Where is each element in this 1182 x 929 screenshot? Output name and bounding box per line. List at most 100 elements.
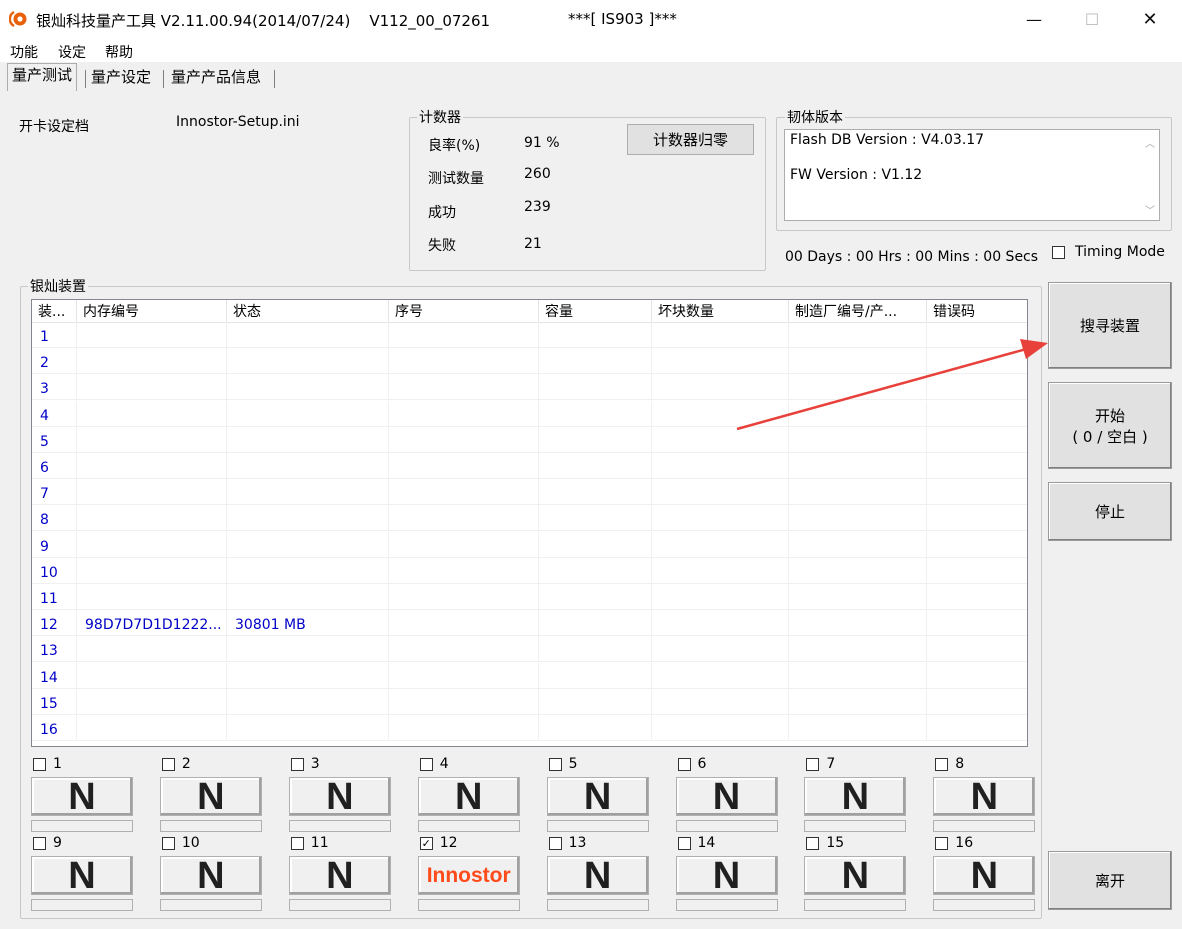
port-4-status-button[interactable]: N (417, 777, 520, 816)
port-6-checkbox[interactable] (677, 758, 691, 771)
port-11-status-button[interactable]: N (288, 854, 391, 897)
column-header[interactable]: 状态 (227, 300, 389, 322)
column-header[interactable]: 坏块数量 (652, 300, 789, 322)
column-header[interactable]: 内存编号 (77, 300, 227, 322)
cell-status (227, 322, 389, 348)
table-row[interactable]: 14 (32, 662, 1027, 689)
cell-bad-blocks (652, 505, 789, 532)
stop-button[interactable]: 停止 (1048, 482, 1172, 541)
tab-production-test[interactable]: 量产测试 (7, 63, 78, 91)
port-15-status-button[interactable]: N (804, 856, 907, 895)
port-10-status-button[interactable]: N (159, 856, 262, 895)
table-row[interactable]: 8 (32, 505, 1027, 532)
port-4-checkbox[interactable] (419, 758, 433, 771)
column-header[interactable]: 制造厂编号/产... (789, 300, 927, 322)
search-devices-button[interactable]: 搜寻装置 (1048, 282, 1172, 369)
table-row[interactable]: 1 (32, 322, 1027, 348)
table-row[interactable]: 3 (32, 374, 1027, 401)
scroll-down-icon[interactable]: ﹀ (1141, 202, 1159, 217)
port-6-status-button[interactable]: N (675, 777, 778, 816)
port-7-status-button[interactable]: N (804, 777, 907, 816)
cell-status (227, 662, 389, 689)
cell-port: 4 (32, 400, 77, 427)
port-7-checkbox[interactable] (806, 758, 820, 771)
port-9-status-button[interactable]: N (31, 856, 133, 895)
port-5-progress-bar (546, 820, 649, 832)
table-row[interactable]: 13 (32, 636, 1027, 663)
port-3-checkbox[interactable] (290, 758, 304, 771)
close-button[interactable]: ✕ (1121, 0, 1179, 40)
table-row[interactable]: 16 (32, 715, 1027, 741)
column-header[interactable]: 错误码 (927, 300, 1027, 322)
port-2-checkbox[interactable] (161, 758, 175, 771)
cell-manufacturer (789, 688, 927, 715)
cell-port: 7 (32, 479, 77, 506)
tab-product-info[interactable]: 量产产品信息 (167, 66, 265, 90)
cell-memory-id (77, 426, 227, 453)
table-row[interactable]: 11 (32, 584, 1027, 610)
port-16-status-button[interactable]: N (933, 856, 1036, 895)
port-13-status-button[interactable]: N (546, 856, 649, 895)
table-row[interactable]: 9 (32, 531, 1027, 558)
port-8-status-text: N (970, 775, 999, 818)
port-13-checkbox[interactable] (548, 837, 562, 850)
column-header[interactable]: 装... (32, 300, 77, 322)
cell-memory-id (77, 688, 227, 715)
table-row[interactable]: 6 (32, 453, 1027, 479)
port-13-progress-bar (546, 899, 649, 911)
cell-status (227, 479, 389, 506)
menu-help[interactable]: 帮助 (105, 42, 133, 62)
column-header[interactable]: 容量 (539, 300, 652, 322)
port-10-checkbox[interactable] (161, 837, 175, 850)
timing-mode-checkbox[interactable] (1052, 246, 1065, 259)
port-9-checkbox[interactable] (33, 837, 46, 850)
port-8-checkbox[interactable] (935, 758, 949, 771)
maximize-button[interactable]: ☐ (1063, 0, 1121, 40)
port-6-progress-bar (675, 820, 778, 832)
table-row[interactable]: 12 98D7D7D1D1222... 30801 MB (32, 610, 1027, 637)
start-button[interactable]: 开始 ( 0 / 空白 ) (1048, 382, 1172, 469)
cell-serial (389, 688, 539, 715)
port-1-status-button[interactable]: N (31, 777, 133, 816)
port-14-checkbox[interactable] (677, 837, 691, 850)
cell-manufacturer (789, 662, 927, 689)
port-8-status-button[interactable]: N (933, 775, 1036, 818)
cell-memory-id (77, 584, 227, 610)
table-row[interactable]: 10 (32, 557, 1027, 584)
column-header[interactable]: 序号 (389, 300, 539, 322)
port-12-status-button[interactable]: Innostor (417, 856, 520, 895)
cell-status (227, 453, 389, 479)
menu-settings[interactable]: 设定 (58, 42, 86, 62)
tab-production-settings[interactable]: 量产设定 (87, 66, 155, 90)
port-5-checkbox[interactable] (548, 758, 562, 771)
port-5-status-button[interactable]: N (546, 777, 649, 816)
port-12-checkbox[interactable]: ✓ (419, 837, 433, 850)
table-row[interactable]: 5 (32, 426, 1027, 453)
menu-function[interactable]: 功能 (10, 42, 38, 62)
table-row[interactable]: 15 (32, 688, 1027, 715)
port-1-checkbox[interactable] (33, 758, 46, 771)
table-row[interactable]: 7 (32, 479, 1027, 506)
reset-counter-button[interactable]: 计数器归零 (627, 124, 754, 155)
port-11-checkbox[interactable] (290, 837, 304, 850)
table-row[interactable]: 4 (32, 400, 1027, 427)
devices-table[interactable]: 装... 内存编号 状态 序号 容量 坏块数量 制造厂编号/产... 错误码 1… (31, 299, 1028, 747)
flash-db-version: Flash DB Version : V4.03.17 (790, 132, 985, 148)
port-13-label: 13 (568, 835, 587, 851)
exit-button[interactable]: 离开 (1048, 851, 1172, 910)
minimize-button[interactable]: — (1005, 0, 1063, 40)
cell-memory-id (77, 479, 227, 506)
scroll-up-icon[interactable]: ︿ (1141, 135, 1159, 150)
port-15-checkbox[interactable] (806, 837, 820, 850)
cell-manufacturer (789, 453, 927, 479)
port-16-checkbox[interactable] (935, 837, 949, 850)
cell-port: 6 (32, 453, 77, 479)
cell-capacity (539, 505, 652, 532)
port-11-status-text: N (326, 854, 354, 897)
cell-capacity (539, 453, 652, 479)
port-2-status-button[interactable]: N (159, 775, 262, 818)
port-2-status-text: N (197, 775, 225, 818)
port-3-status-button[interactable]: N (288, 777, 391, 816)
port-14-status-button[interactable]: N (675, 856, 778, 895)
table-row[interactable]: 2 (32, 348, 1027, 375)
